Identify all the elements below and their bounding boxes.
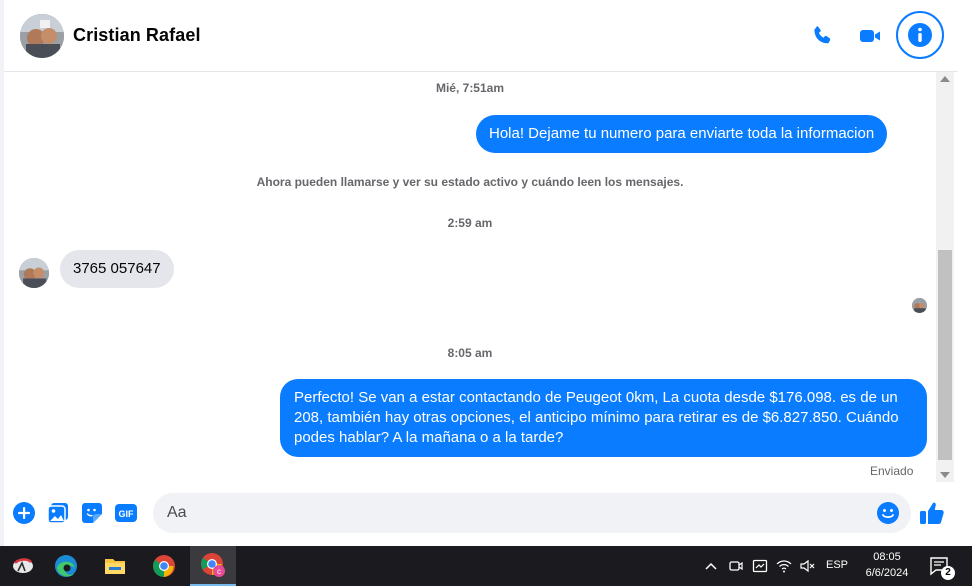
chrome-button[interactable]	[141, 546, 187, 586]
attach-photo-button[interactable]	[44, 499, 72, 527]
message-composer: GIF	[4, 482, 958, 544]
message-status: Enviado	[870, 464, 914, 478]
scrollbar-thumb[interactable]	[938, 250, 952, 460]
read-receipt-avatar	[912, 298, 927, 313]
notification-count-badge: 2	[941, 566, 955, 580]
system-clock[interactable]: 08:05 6/6/2024	[858, 549, 916, 581]
clock-time: 08:05	[873, 551, 901, 563]
system-notice: Ahora pueden llamarse y ver su estado ac…	[256, 175, 684, 189]
scroll-up-arrow[interactable]	[940, 76, 950, 82]
message-input[interactable]	[153, 493, 911, 533]
more-actions-button[interactable]	[10, 499, 38, 527]
outgoing-message[interactable]: Perfecto! Se van a estar contactando de …	[280, 379, 927, 457]
show-hidden-icons-chevron-icon[interactable]	[702, 557, 720, 575]
video-call-button[interactable]	[850, 16, 890, 56]
outgoing-message[interactable]: Hola! Dejame tu numero para enviarte tod…	[476, 115, 888, 153]
edge-button[interactable]	[43, 546, 89, 586]
screen-capture-icon[interactable]	[751, 557, 769, 575]
timestamp: 2:59 am	[447, 216, 493, 230]
scroll-down-arrow[interactable]	[940, 472, 950, 478]
file-explorer-icon	[105, 559, 125, 574]
video-camera-icon	[860, 30, 880, 42]
conversation-header: Cristian Rafael	[4, 0, 958, 72]
meet-now-icon[interactable]	[727, 557, 745, 575]
emoji-button[interactable]	[874, 499, 902, 527]
plus-icon	[13, 502, 35, 524]
chrome-icon	[153, 555, 175, 577]
phone-icon	[814, 26, 831, 44]
messenger-window: Cristian Rafael Mié, 7:51am Hola! Dejame…	[0, 0, 972, 546]
input-language[interactable]: ESP	[826, 559, 848, 571]
settings-app-button[interactable]	[0, 546, 46, 586]
windows-taskbar: c ESP 08:05 6/6/2024 2	[0, 546, 972, 586]
svg-text:GIF: GIF	[119, 509, 135, 519]
conversation-info-button[interactable]	[896, 11, 944, 59]
sticker-button[interactable]	[78, 499, 106, 527]
incoming-message[interactable]: 3765 057647	[60, 250, 174, 288]
settings-app-icon	[13, 558, 33, 573]
clock-date: 6/6/2024	[865, 567, 909, 579]
chrome-profile-button[interactable]: c	[190, 546, 236, 586]
contact-avatar[interactable]	[20, 14, 64, 58]
chrome-profile-icon: c	[201, 553, 225, 577]
emoji-icon	[877, 502, 899, 524]
thumbs-up-icon	[920, 502, 944, 524]
photo-icon	[47, 503, 68, 524]
audio-call-button[interactable]	[802, 16, 842, 56]
timestamp: 8:05 am	[447, 346, 493, 360]
gif-icon: GIF	[115, 504, 137, 522]
gif-button[interactable]: GIF	[112, 499, 140, 527]
sender-avatar[interactable]	[19, 258, 49, 288]
contact-name[interactable]: Cristian Rafael	[73, 25, 201, 46]
timestamp: Mié, 7:51am	[435, 81, 505, 95]
sticker-icon	[82, 503, 102, 523]
volume-muted-icon[interactable]	[798, 557, 816, 575]
svg-text:c: c	[217, 567, 221, 576]
info-icon	[908, 23, 932, 47]
send-like-button[interactable]	[916, 497, 948, 529]
wifi-icon[interactable]	[775, 557, 793, 575]
file-explorer-button[interactable]	[92, 546, 138, 586]
edge-icon	[55, 555, 77, 577]
